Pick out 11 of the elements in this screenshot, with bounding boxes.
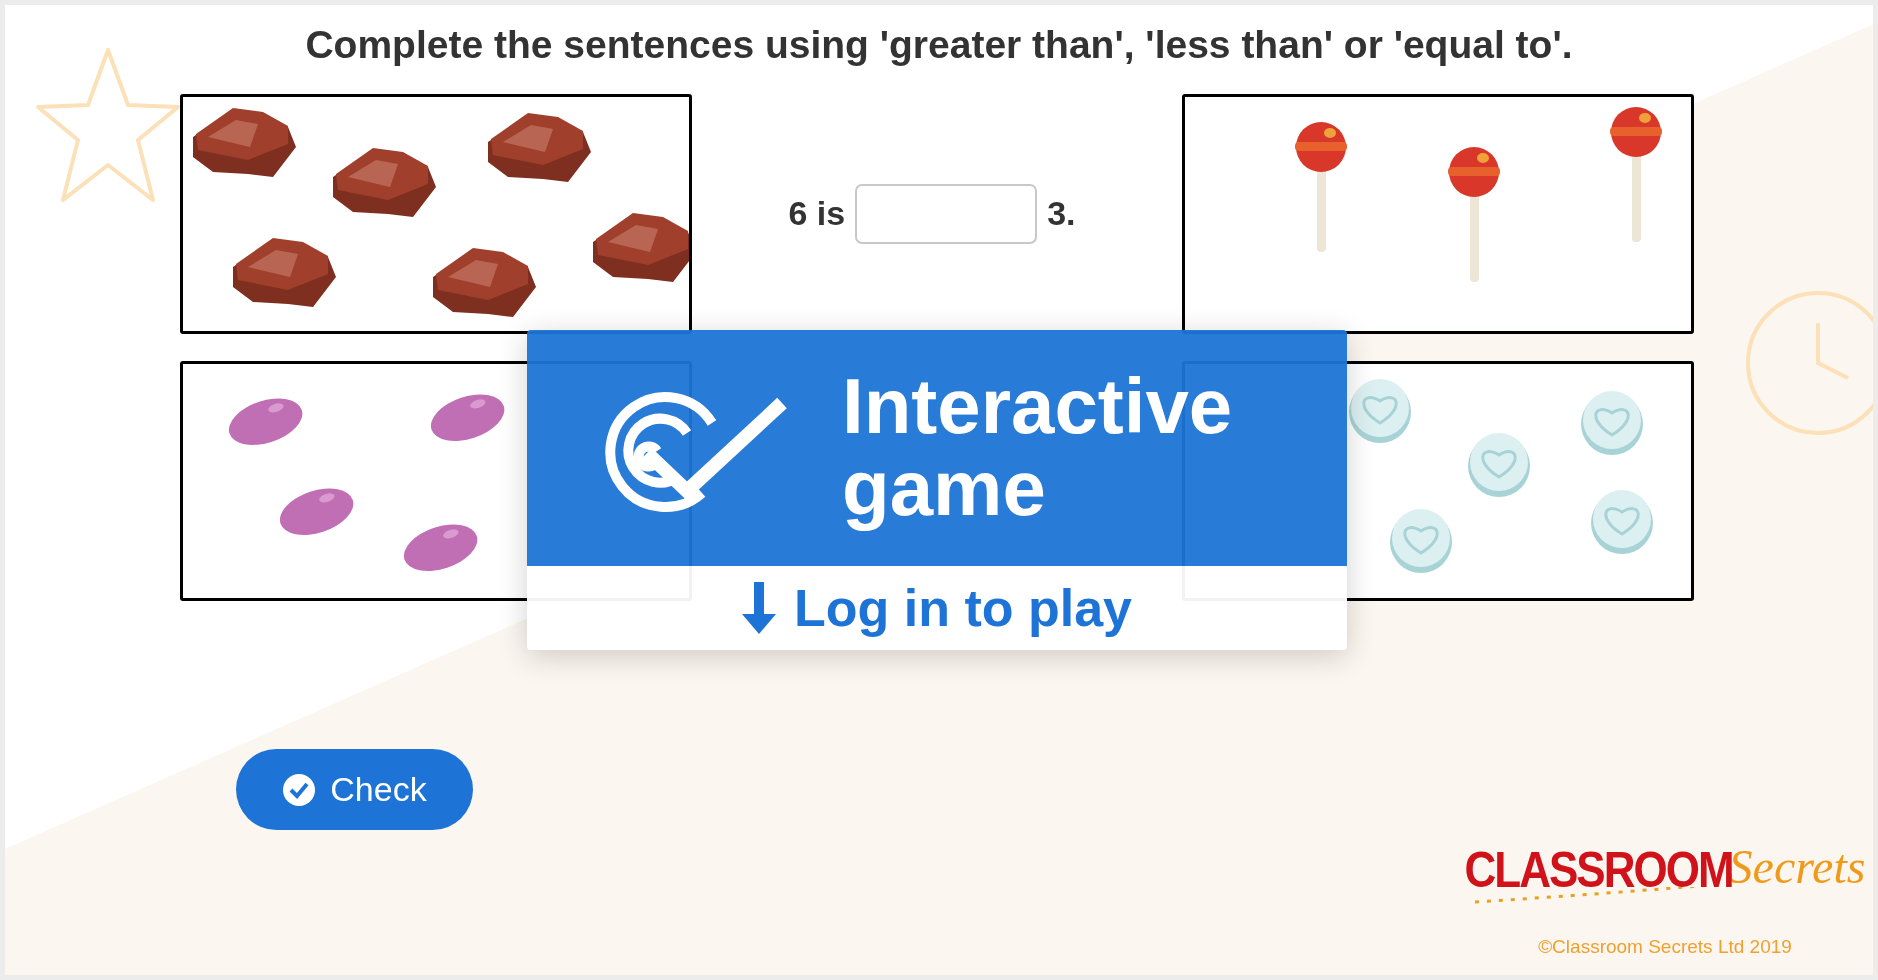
sentence-text: 3. (1047, 193, 1076, 235)
classroom-secrets-logo: CLASSROOMSecrets (1464, 823, 1866, 903)
overlay-title: Interactive game (842, 366, 1234, 530)
check-button[interactable]: Check (236, 749, 473, 830)
answer-field[interactable] (855, 183, 1038, 244)
check-circle-icon (282, 772, 317, 807)
login-link[interactable]: Log in to play (527, 566, 1347, 650)
sentence-text: 6 is (788, 193, 846, 235)
instruction-text: Complete the sentences using 'greater than', 'less than' or 'equal to'. (304, 22, 1574, 68)
down-arrow-icon (742, 582, 776, 634)
copyright-text: ©Classroom Secrets Ltd 2019 (1538, 935, 1792, 959)
